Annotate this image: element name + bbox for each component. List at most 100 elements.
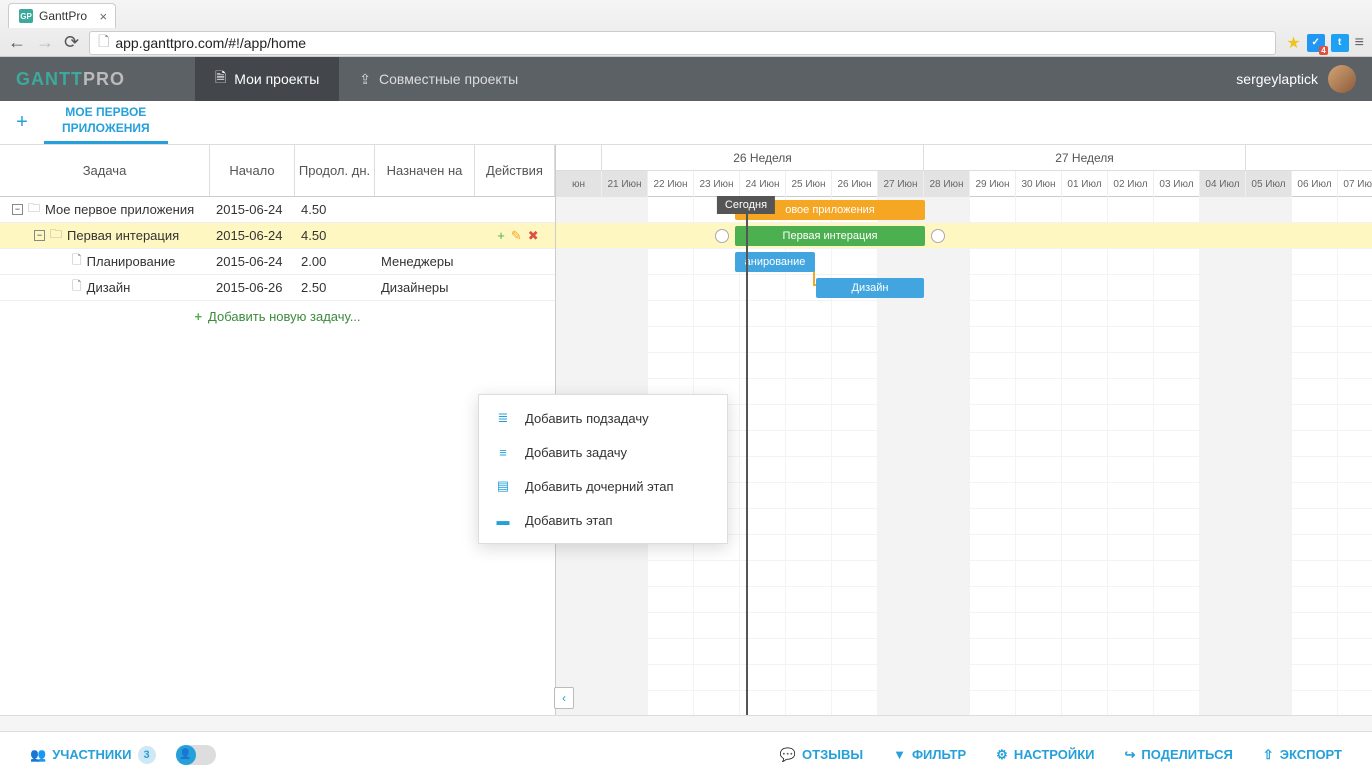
col-header-actions: Действия <box>475 145 555 196</box>
back-icon[interactable]: ← <box>8 32 26 53</box>
week-cell <box>556 145 602 170</box>
day-cell: 23 Июн <box>694 171 740 197</box>
col-header-assigned[interactable]: Назначен на <box>375 145 475 196</box>
view-toggle[interactable]: 👤 <box>176 745 216 765</box>
day-cell: 30 Июн <box>1016 171 1062 197</box>
task-row[interactable]: −🗀Первая интерация2015-06-244.50 + ✎ ✖ <box>0 223 555 249</box>
edit-icon[interactable]: ✎ <box>511 228 522 244</box>
childstage-icon: ▤ <box>495 478 511 494</box>
day-cell: 24 Июн <box>740 171 786 197</box>
expand-toggle[interactable]: − <box>34 230 45 241</box>
add-task-row[interactable]: + Добавить новую задачу... <box>0 301 555 331</box>
cell-start[interactable]: 2015-06-26 <box>210 280 295 295</box>
context-menu-item[interactable]: ▬Добавить этап <box>479 503 727 537</box>
cell-start[interactable]: 2015-06-24 <box>210 228 295 243</box>
reload-icon[interactable]: ⟳ <box>64 32 79 53</box>
subtask-icon: ≣ <box>495 410 511 426</box>
day-cell: 04 Июл <box>1200 171 1246 197</box>
day-cell: 03 Июл <box>1154 171 1200 197</box>
timeline-header: 26 Неделя27 Неделя юн21 Июн22 Июн23 Июн2… <box>556 145 1372 197</box>
context-menu: ≣Добавить подзадачу≡Добавить задачу▤Доба… <box>478 394 728 544</box>
nav-my-projects[interactable]: 🗎 Мои проекты <box>195 57 339 101</box>
bar-handle-left[interactable] <box>715 229 729 243</box>
delete-icon[interactable]: ✖ <box>528 228 539 244</box>
forward-icon[interactable]: → <box>36 32 54 53</box>
project-tab[interactable]: МОЕ ПЕРВОЕ ПРИЛОЖЕНИЯ <box>44 101 168 144</box>
task-cell[interactable]: −🗀Первая интерация <box>0 225 210 246</box>
collapse-grid-handle[interactable]: ‹ <box>554 687 574 709</box>
cell-start[interactable]: 2015-06-24 <box>210 254 295 269</box>
gantt-bar[interactable]: анирование <box>735 252 815 272</box>
week-cell: 27 Неделя <box>924 145 1246 170</box>
day-cell: 26 Июн <box>832 171 878 197</box>
context-menu-label: Добавить подзадачу <box>525 411 649 426</box>
cell-assigned[interactable]: Менеджеры <box>375 254 475 269</box>
horizontal-scrollbar[interactable] <box>0 715 1372 731</box>
url-text: app.ganttpro.com/#!/app/home <box>115 35 306 51</box>
twitter-extension-icon[interactable]: t <box>1331 34 1349 52</box>
cell-start[interactable]: 2015-06-24 <box>210 202 295 217</box>
day-cell: 02 Июл <box>1108 171 1154 197</box>
context-menu-label: Добавить задачу <box>525 445 627 460</box>
day-cell: 28 Июн <box>924 171 970 197</box>
document-icon: 🗎 <box>215 67 226 91</box>
nav-shared-projects[interactable]: ⇪ Совместные проекты <box>339 57 538 101</box>
favicon: GP <box>19 9 33 23</box>
gantt-bar[interactable]: Первая интерация <box>735 226 925 246</box>
today-label: Сегодня <box>717 196 775 214</box>
users-icon: 👥 <box>30 747 46 763</box>
task-cell[interactable]: 🗋Дизайн <box>0 277 210 298</box>
browser-tab[interactable]: GP GanttPro × <box>8 3 116 28</box>
hamburger-menu-icon[interactable]: ≡ <box>1355 34 1364 52</box>
cell-dur[interactable]: 4.50 <box>295 228 375 243</box>
filter-icon: ▼ <box>893 747 906 762</box>
col-header-duration[interactable]: Продол. дн. <box>295 145 375 196</box>
task-cell[interactable]: 🗋Планирование <box>0 251 210 272</box>
project-bar: + МОЕ ПЕРВОЕ ПРИЛОЖЕНИЯ <box>0 101 1372 145</box>
day-cell: 21 Июн <box>602 171 648 197</box>
task-row[interactable]: 🗋Планирование2015-06-242.00Менеджеры <box>0 249 555 275</box>
cell-dur[interactable]: 2.50 <box>295 280 375 295</box>
add-subtask-icon[interactable]: + <box>497 228 505 244</box>
cell-dur[interactable]: 4.50 <box>295 202 375 217</box>
filter-button[interactable]: ▼ФИЛЬТР <box>883 747 976 762</box>
day-cell: 27 Июн <box>878 171 924 197</box>
page-icon: 🗋 <box>98 31 109 55</box>
task-row[interactable]: −🗀Мое первое приложения2015-06-244.50 <box>0 197 555 223</box>
comment-icon: 💬 <box>780 747 796 763</box>
task-row[interactable]: 🗋Дизайн2015-06-262.50Дизайнеры <box>0 275 555 301</box>
context-menu-item[interactable]: ≣ Добавить подзадачу <box>479 401 727 435</box>
expand-toggle[interactable]: − <box>12 204 23 215</box>
task-name: Мое первое приложения <box>45 202 194 217</box>
add-project-button[interactable]: + <box>0 101 44 144</box>
share-icon: ⇪ <box>359 71 371 88</box>
username[interactable]: sergeylaptick <box>1236 71 1318 87</box>
day-cell: 29 Июн <box>970 171 1016 197</box>
extension-icon[interactable]: ✓4 <box>1307 34 1325 52</box>
share-button[interactable]: ↪ПОДЕЛИТЬСЯ <box>1115 747 1243 763</box>
context-menu-item[interactable]: ≡Добавить задачу <box>479 435 727 469</box>
cell-assigned[interactable]: Дизайнеры <box>375 280 475 295</box>
actions-cell: + ✎ ✖ <box>475 228 555 244</box>
export-button[interactable]: ⇧ЭКСПОРТ <box>1253 747 1352 763</box>
document-icon: 🗋 <box>72 277 82 298</box>
address-bar[interactable]: 🗋 app.ganttpro.com/#!/app/home <box>89 31 1276 55</box>
gantt-bar[interactable]: Дизайн <box>816 278 924 298</box>
tab-title: GanttPro <box>39 9 87 23</box>
col-header-task[interactable]: Задача <box>0 145 210 196</box>
avatar[interactable] <box>1328 65 1356 93</box>
bar-handle-right[interactable] <box>931 229 945 243</box>
logo[interactable]: GANTTPRO <box>0 69 195 90</box>
cell-dur[interactable]: 2.00 <box>295 254 375 269</box>
reviews-button[interactable]: 💬ОТЗЫВЫ <box>770 747 873 763</box>
task-cell[interactable]: −🗀Мое первое приложения <box>0 199 210 220</box>
upload-icon: ⇧ <box>1263 747 1274 763</box>
context-menu-item[interactable]: ▤Добавить дочерний этап <box>479 469 727 503</box>
share-arrow-icon: ↪ <box>1125 747 1136 763</box>
main: Задача Начало Продол. дн. Назначен на Де… <box>0 145 1372 715</box>
context-menu-label: Добавить этап <box>525 513 613 528</box>
col-header-start[interactable]: Начало <box>210 145 295 196</box>
bookmark-star-icon[interactable]: ★ <box>1286 33 1300 53</box>
settings-button[interactable]: ⚙НАСТРОЙКИ <box>986 747 1104 763</box>
tab-close-icon[interactable]: × <box>99 9 107 24</box>
